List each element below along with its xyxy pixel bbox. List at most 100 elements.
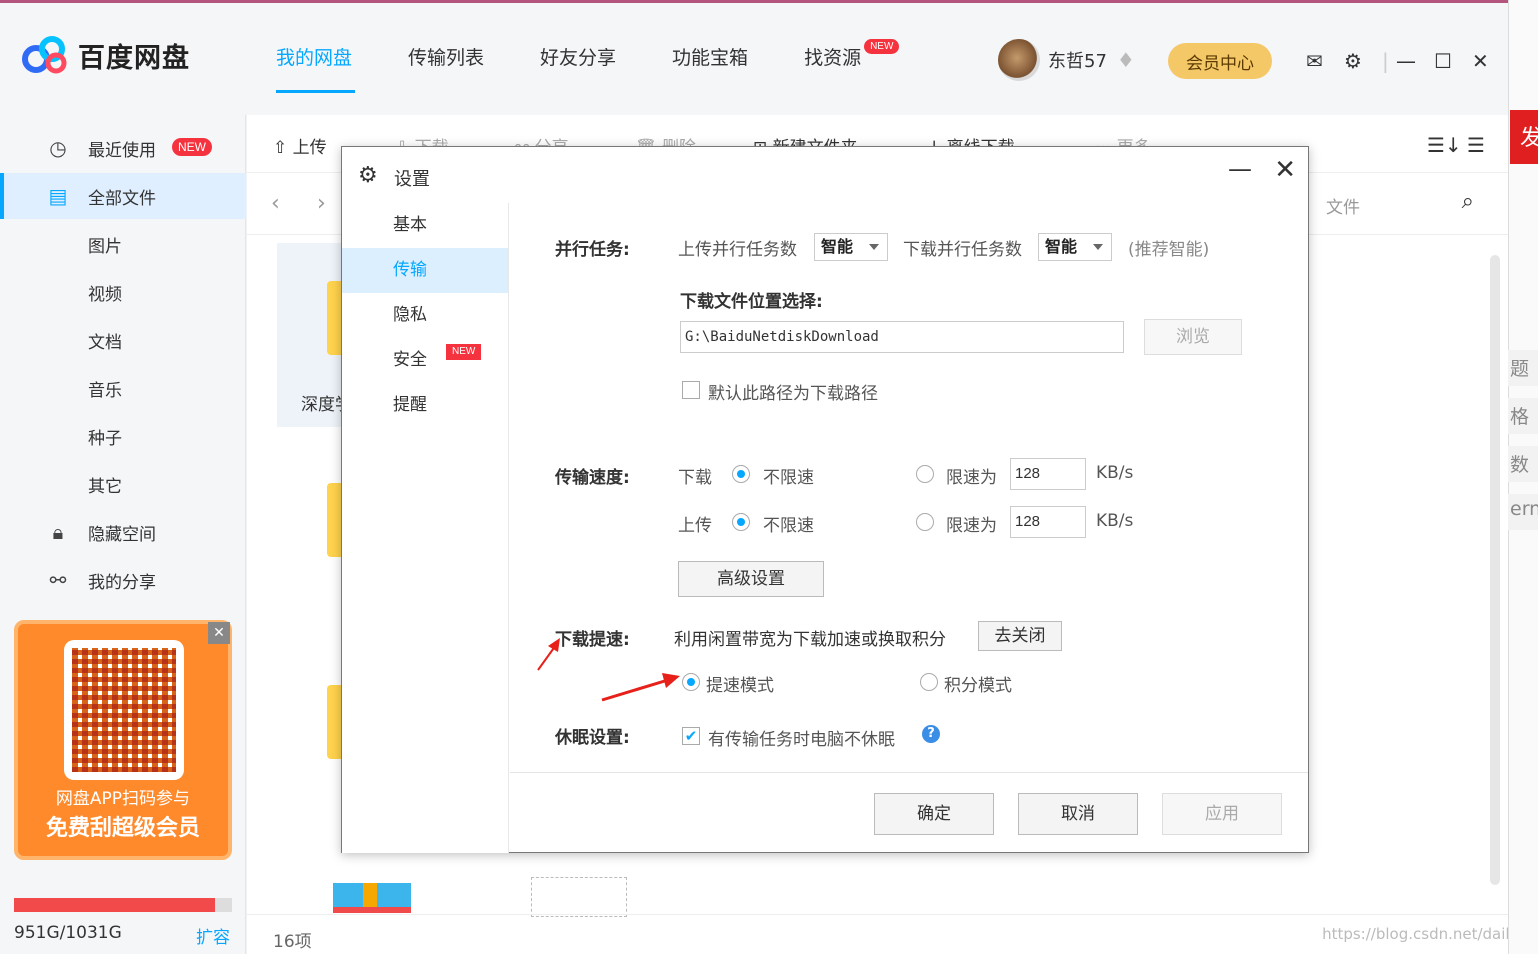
close-icon[interactable]: ✕ [208, 622, 230, 644]
dialog-title: 设置 [394, 169, 430, 190]
minimize-icon[interactable]: — [1396, 49, 1416, 73]
back-arrow-icon[interactable]: ‹ [271, 191, 280, 216]
gear-icon: ⚙ [358, 163, 378, 188]
dialog-nav: 基本 传输 隐私 安全 NEW 提醒 [342, 203, 509, 853]
vip-diamond-icon[interactable]: ♦ [1117, 48, 1135, 72]
storage-bar [14, 898, 232, 912]
advanced-settings-button[interactable]: 高级设置 [678, 561, 824, 597]
download-parallel-label: 下载并行任务数 [903, 240, 1022, 260]
cancel-button[interactable]: 取消 [1018, 793, 1138, 835]
mail-icon[interactable]: ✉ [1306, 49, 1323, 73]
search-placeholder[interactable]: 文件 [1326, 193, 1360, 218]
expand-storage-link[interactable]: 扩容 [196, 923, 230, 948]
item-count: 16项 [273, 932, 312, 952]
apply-button[interactable]: 应用 [1162, 793, 1282, 835]
search-icon[interactable]: ⌕ [1462, 189, 1474, 214]
download-limit-radio[interactable] [916, 465, 934, 483]
speed-mode-label: 提速模式 [706, 676, 774, 696]
sidebar-item-music[interactable]: 音乐 [0, 365, 246, 411]
sidebar-item-label: 文档 [88, 332, 122, 353]
app-logo: 百度网盘 [20, 35, 190, 75]
tab-transfer[interactable]: 传输 [342, 248, 508, 293]
nav-transfer-list[interactable]: 传输列表 [408, 43, 484, 93]
sidebar-item-label: 最近使用 [88, 140, 156, 161]
sidebar-item-videos[interactable]: 视频 [0, 269, 246, 315]
tab-basic[interactable]: 基本 [342, 203, 508, 248]
maximize-icon[interactable]: ☐ [1434, 49, 1452, 73]
sort-icon[interactable]: ☰↓ [1427, 133, 1462, 157]
dialog-title-bar: ⚙ 设置 — ✕ [342, 147, 1308, 203]
unlimited-label: 不限速 [763, 516, 814, 536]
file-thumbnail[interactable] [531, 877, 627, 917]
close-icon[interactable]: ✕ [1274, 155, 1296, 185]
sidebar-item-torrents[interactable]: 种子 [0, 413, 246, 459]
new-badge: NEW [446, 344, 482, 360]
upload-unlimited-radio[interactable] [732, 513, 750, 531]
tab-reminder[interactable]: 提醒 [342, 383, 508, 428]
promo-card[interactable]: ✕ 网盘APP扫码参与 免费刮超级会员 [14, 620, 232, 860]
divider: | [1382, 49, 1389, 73]
upload-parallel-select[interactable]: 智能 [814, 233, 888, 261]
file-thumbnail[interactable] [333, 883, 411, 913]
share-icon: ⚯ [49, 568, 67, 592]
settings-dialog: ⚙ 设置 — ✕ 基本 传输 隐私 安全 NEW 提醒 并行任务: 上传并行任务… [341, 146, 1309, 853]
default-path-checkbox[interactable] [682, 381, 700, 399]
sidebar-item-images[interactable]: 图片 [0, 221, 246, 267]
help-icon[interactable]: ? [922, 725, 940, 743]
accelerate-description: 利用闲置带宽为下载加速或换取积分 [674, 630, 946, 650]
upload-limit-input[interactable]: 128 [1010, 506, 1086, 538]
sidebar-item-label: 种子 [88, 428, 122, 449]
sidebar-item-recent[interactable]: ◷ 最近使用 NEW [0, 125, 246, 171]
user-info[interactable]: 东哲57 ♦ [998, 39, 1135, 81]
scrollbar[interactable] [1490, 255, 1500, 885]
download-limit-input[interactable]: 128 [1010, 458, 1086, 490]
chevron-down-icon [1093, 244, 1103, 250]
nav-friend-share[interactable]: 好友分享 [540, 43, 616, 93]
minimize-icon[interactable]: — [1228, 155, 1252, 183]
sidebar: ◷ 最近使用 NEW ▤ 全部文件 图片 视频 文档 音乐 种子 其它 🔒︎ 隐… [0, 115, 246, 954]
member-center-button[interactable]: 会员中心 [1168, 43, 1272, 79]
title-bar: 百度网盘 我的网盘 传输列表 好友分享 功能宝箱 找资源 NEW 东哲57 ♦ … [0, 0, 1508, 115]
sidebar-item-label: 视频 [88, 284, 122, 305]
tab-privacy[interactable]: 隐私 [342, 293, 508, 338]
promo-line1: 网盘APP扫码参与 [55, 789, 191, 809]
nav-toolbox[interactable]: 功能宝箱 [672, 43, 748, 93]
no-sleep-label: 有传输任务时电脑不休眠 [708, 730, 895, 750]
sidebar-item-my-shares[interactable]: ⚯ 我的分享 [0, 557, 246, 603]
sidebar-item-all-files[interactable]: ▤ 全部文件 [0, 173, 246, 219]
dialog-footer: 确定 取消 应用 [510, 773, 1308, 853]
sidebar-item-hidden-space[interactable]: 🔒︎ 隐藏空间 [0, 509, 246, 555]
unlimited-label: 不限速 [763, 468, 814, 488]
turn-off-button[interactable]: 去关闭 [978, 621, 1062, 651]
download-accelerate-label: 下载提速: [555, 630, 630, 650]
document-icon: ▤ [48, 184, 68, 208]
sidebar-item-label: 音乐 [88, 380, 122, 401]
speed-mode-radio[interactable] [682, 673, 700, 691]
browse-button[interactable]: 浏览 [1144, 319, 1242, 355]
sidebar-item-others[interactable]: 其它 [0, 461, 246, 507]
no-sleep-checkbox[interactable]: ✔ [682, 727, 700, 745]
list-view-icon[interactable]: ☰ [1467, 133, 1485, 157]
points-mode-radio[interactable] [920, 673, 938, 691]
upload-limit-radio[interactable] [916, 513, 934, 531]
tab-security[interactable]: 安全 NEW [342, 338, 508, 383]
settings-gear-icon[interactable]: ⚙ [1344, 49, 1362, 73]
download-location-label: 下载文件位置选择: [680, 292, 823, 312]
username[interactable]: 东哲57 [1048, 47, 1107, 73]
ok-button[interactable]: 确定 [874, 793, 994, 835]
nav-find-resources[interactable]: 找资源 NEW [804, 39, 900, 93]
right-edge-text: 题 [1508, 350, 1538, 386]
forward-arrow-icon[interactable]: › [317, 191, 326, 216]
right-edge-tab[interactable]: 发 [1510, 110, 1538, 164]
close-icon[interactable]: ✕ [1472, 49, 1489, 73]
unit-label: KB/s [1096, 463, 1134, 483]
download-parallel-select[interactable]: 智能 [1038, 233, 1112, 261]
sidebar-item-label: 我的分享 [88, 572, 156, 593]
download-unlimited-radio[interactable] [732, 465, 750, 483]
tab-security-label: 安全 [393, 350, 427, 370]
upload-button[interactable]: ⇧ 上传 [273, 133, 327, 158]
download-path-field[interactable]: G:\BaiduNetdiskDownload [680, 321, 1124, 353]
nav-my-netdisk[interactable]: 我的网盘 [276, 43, 356, 93]
avatar[interactable] [998, 39, 1040, 81]
sidebar-item-documents[interactable]: 文档 [0, 317, 246, 363]
